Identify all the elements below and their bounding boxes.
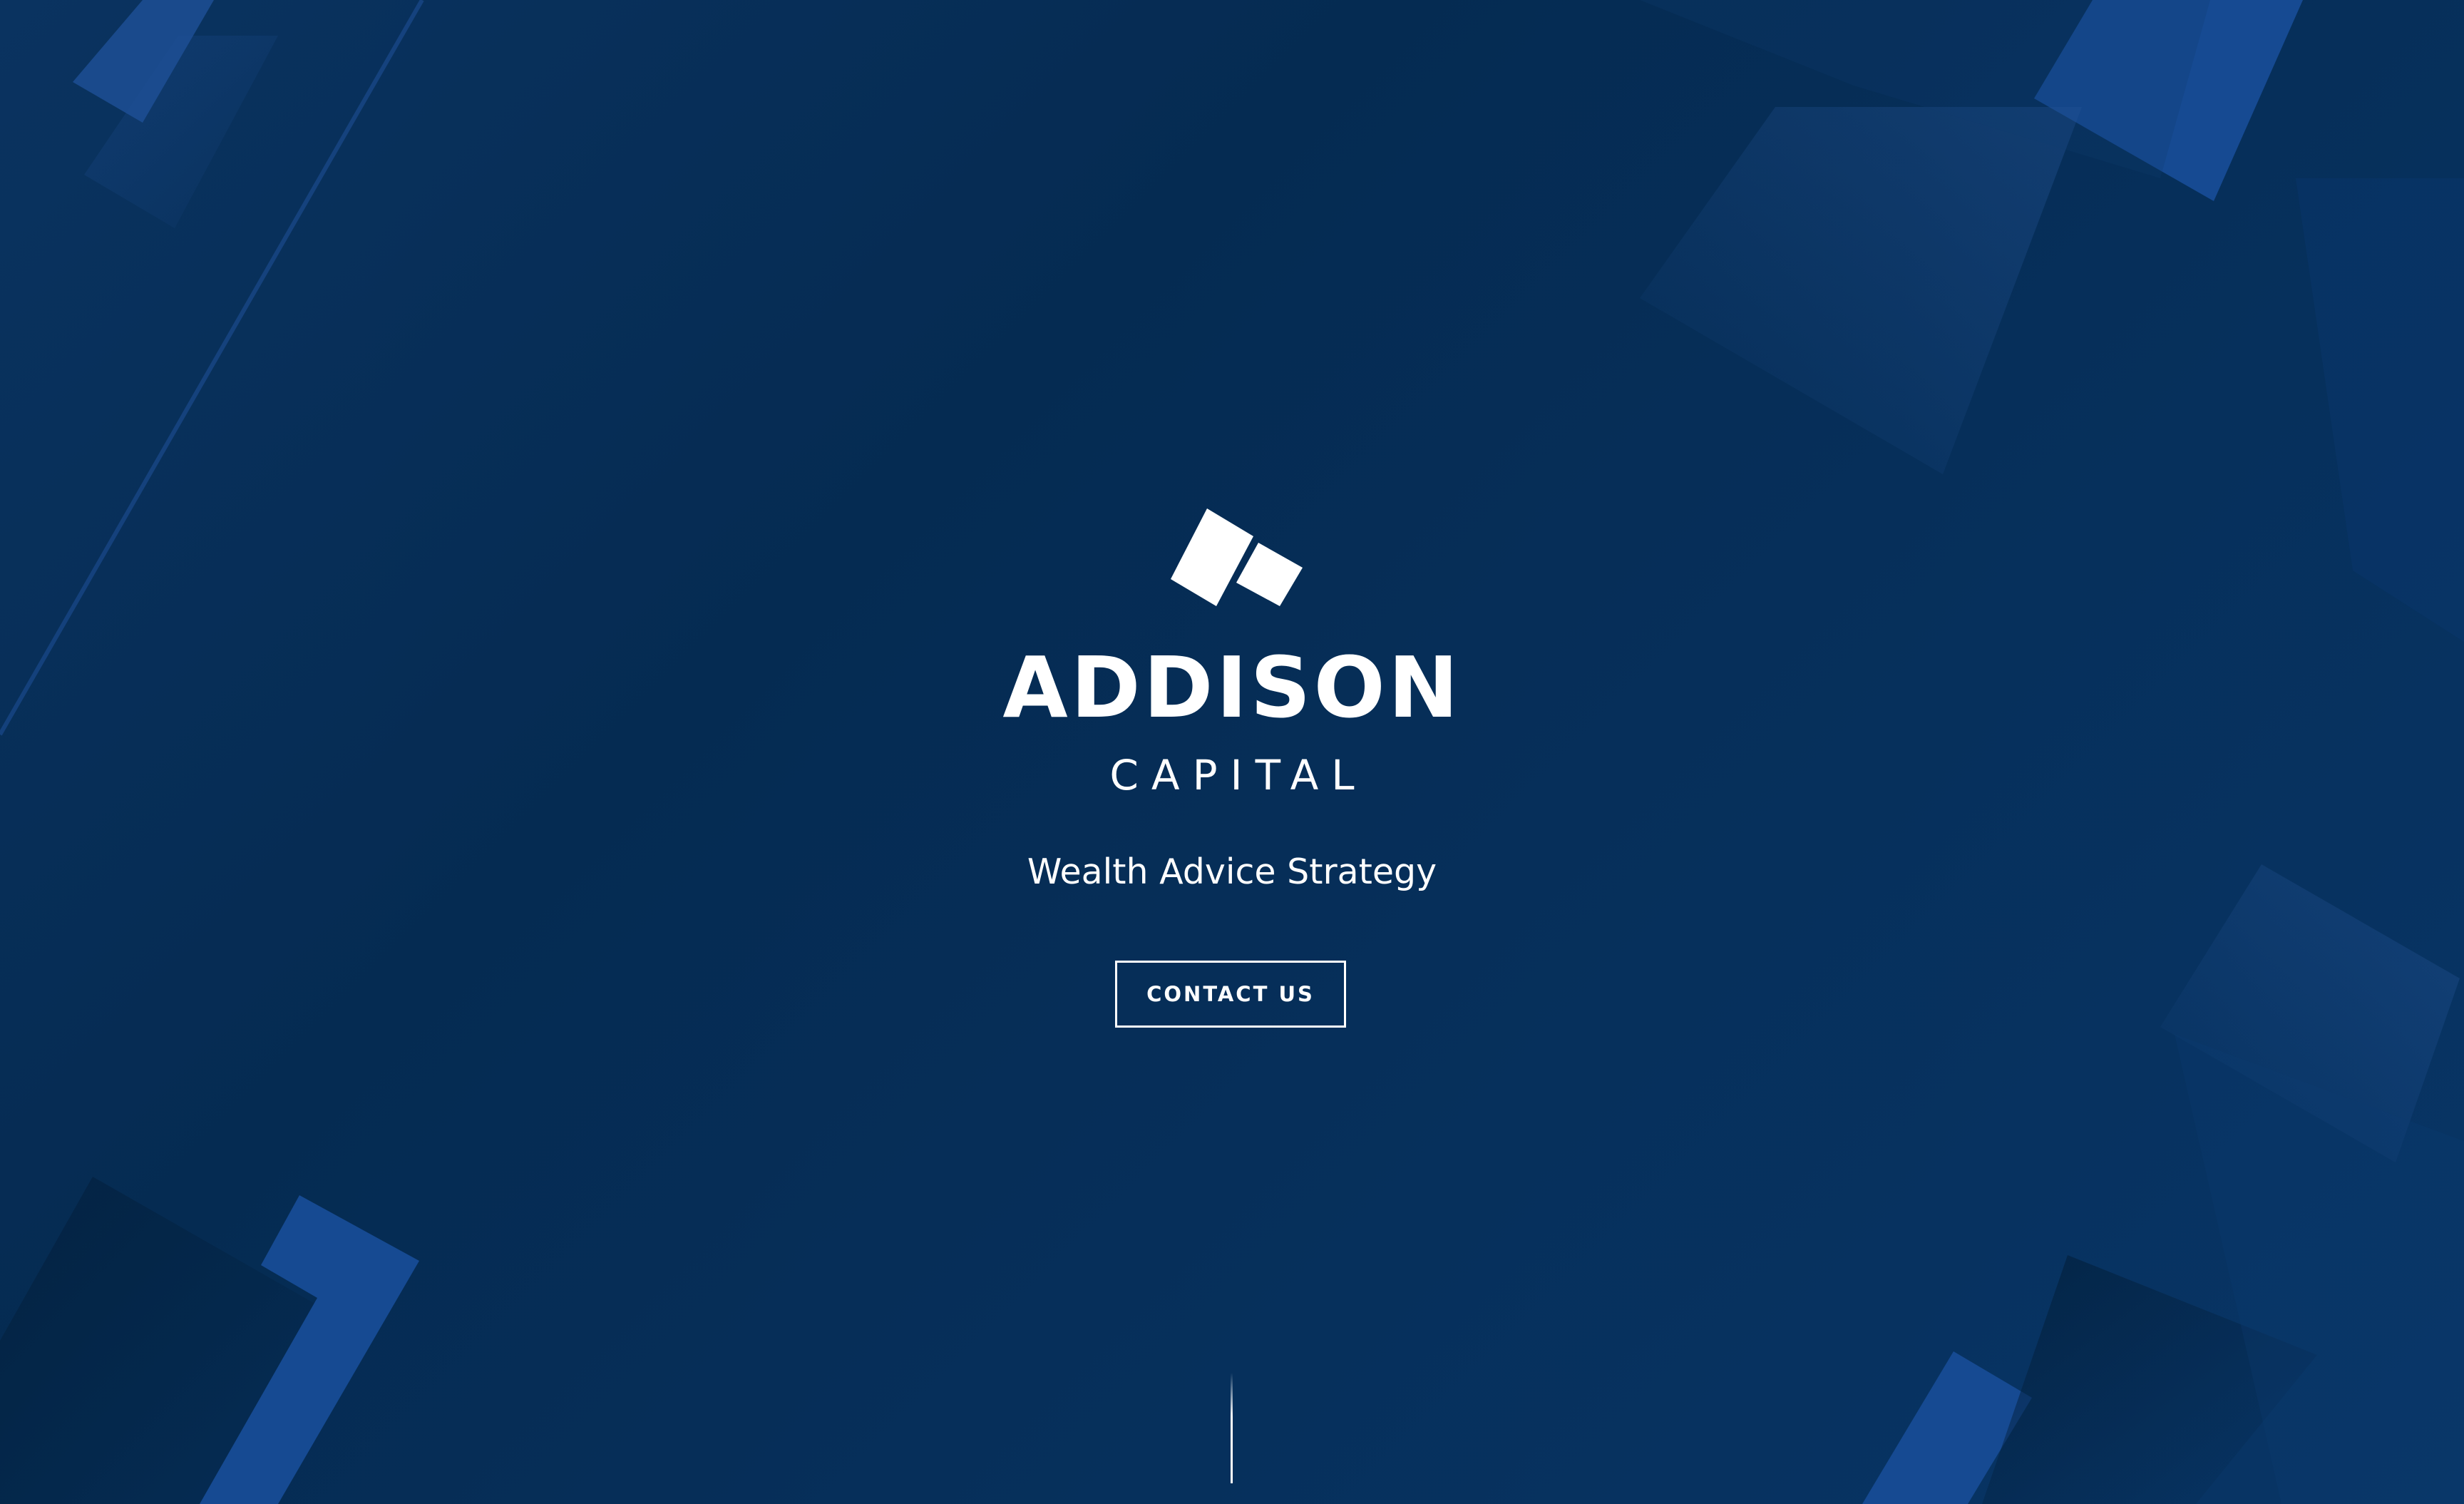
logo-block-small [1236,543,1303,606]
addison-capital-logo-icon [1149,499,1313,628]
hero-tagline: Wealth Advice Strategy [1027,851,1437,892]
scroll-indicator-line[interactable] [1231,1373,1233,1483]
logo-mark-svg [1171,508,1303,606]
brand-name: ADDISON [1002,638,1462,737]
contact-us-button[interactable]: CONTACT US [1115,961,1346,1028]
brand-subtitle: CAPITAL [1109,751,1367,799]
logo-block-large [1171,508,1253,606]
hero-section: ADDISON CAPITAL Wealth Advice Strategy C… [0,0,2464,1504]
